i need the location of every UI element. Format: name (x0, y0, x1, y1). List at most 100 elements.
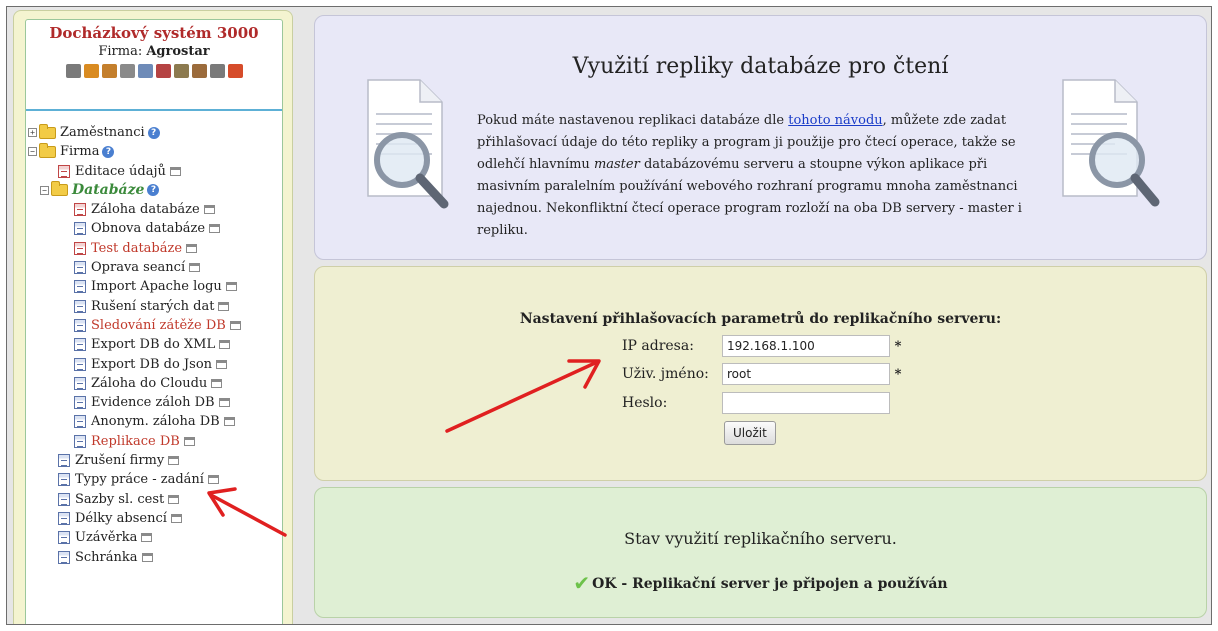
tree-item-firm-sub[interactable]: Typy práce - zadání (26, 470, 282, 489)
master-word: master (593, 157, 640, 172)
tree-item-db[interactable]: Oprava seancí (26, 258, 282, 277)
new-window-icon[interactable] (170, 513, 182, 523)
tree-label: Firma (60, 144, 100, 160)
help-icon[interactable]: ? (102, 145, 115, 158)
document-icon (74, 318, 86, 332)
new-window-icon[interactable] (229, 320, 241, 330)
print-icon[interactable] (209, 64, 225, 78)
password-label: Heslo: (622, 395, 668, 411)
expand-icon[interactable]: + (28, 128, 37, 137)
search-icon[interactable] (65, 64, 81, 78)
tree-item-employees[interactable]: + Zaměstnanci? (26, 123, 282, 142)
report-icon[interactable] (137, 64, 153, 78)
new-window-icon[interactable] (218, 398, 230, 408)
document-icon (74, 261, 86, 275)
home-icon[interactable] (191, 64, 207, 78)
document-icon (58, 531, 70, 545)
new-window-icon[interactable] (211, 378, 223, 388)
tree-label: Databáze (72, 181, 145, 198)
tree-label: Import Apache logu (91, 279, 222, 295)
save-button[interactable]: Uložit (724, 421, 776, 445)
new-window-icon[interactable] (168, 456, 180, 466)
tree-item-db[interactable]: Anonym. záloha DB (26, 412, 282, 431)
tree-item-db[interactable]: Replikace DB (26, 432, 282, 451)
tree-label: Záloha do Cloudu (91, 375, 208, 391)
collapse-icon[interactable]: − (28, 147, 37, 157)
new-window-icon[interactable] (218, 301, 230, 311)
tree-item-firm[interactable]: − Firma? (26, 142, 282, 161)
new-window-icon[interactable] (141, 552, 153, 562)
help-icon[interactable]: ? (147, 126, 160, 139)
username-input[interactable] (722, 363, 890, 385)
firm-label: Firma: (98, 44, 143, 59)
firm-line: Firma: Agrostar (26, 44, 282, 59)
tree-item-firm-sub[interactable]: Sazby sl. cest (26, 490, 282, 509)
tree-label: Zaměstnanci (60, 125, 145, 140)
tree-label: Export DB do Json (91, 356, 213, 372)
new-window-icon[interactable] (183, 436, 195, 446)
tree-item-edit-data[interactable]: Editace údajů (26, 162, 282, 181)
tree-item-firm-sub[interactable]: Schránka (26, 548, 282, 567)
tree-item-db[interactable]: Sledování zátěže DB (26, 316, 282, 335)
tree-item-db[interactable]: Obnova databáze (26, 219, 282, 238)
book-icon[interactable] (155, 64, 171, 78)
username-row: Uživ. jméno: * (615, 363, 904, 385)
status-line: ✔ OK - Replikační server je připojen a po… (315, 571, 1206, 595)
settings-panel: Nastavení přihlašovacích parametrů do re… (314, 266, 1207, 481)
document-icon (74, 376, 86, 390)
key-icon[interactable] (119, 64, 135, 78)
new-window-icon[interactable] (168, 494, 180, 504)
document-icon (58, 454, 70, 468)
tree-item-db[interactable]: Export DB do XML (26, 335, 282, 354)
tree-label: Test databáze (91, 240, 183, 256)
document-icon (58, 511, 70, 525)
tree-item-firm-sub[interactable]: Délky absencí (26, 509, 282, 528)
ip-label: IP adresa: (622, 338, 694, 354)
new-window-icon[interactable] (203, 205, 215, 215)
new-window-icon[interactable] (225, 282, 237, 292)
collapse-icon[interactable]: − (40, 185, 49, 195)
tree-label: Export DB do XML (91, 337, 216, 353)
tree-item-databases[interactable]: − Databáze? (26, 181, 282, 200)
intro-text: Pokud máte nastavenou replikaci databáze… (477, 113, 789, 128)
tree-item-db[interactable]: Test databáze (26, 239, 282, 258)
form-title: Nastavení přihlašovacích parametrů do re… (519, 311, 1002, 327)
new-window-icon[interactable] (141, 533, 153, 543)
password-input[interactable] (722, 392, 890, 414)
new-window-icon[interactable] (223, 417, 235, 427)
folder-icon (39, 142, 56, 158)
tree-item-db[interactable]: Záloha do Cloudu (26, 374, 282, 393)
users-icon[interactable] (101, 64, 117, 78)
tree-label: Rušení starých dat (91, 298, 215, 314)
new-window-icon[interactable] (186, 243, 198, 253)
required-mark: * (894, 366, 902, 382)
new-window-icon[interactable] (207, 475, 219, 485)
tree-item-firm-sub[interactable]: Zrušení firmy (26, 451, 282, 470)
help-icon[interactable]: ? (147, 184, 160, 197)
tree-item-firm-sub[interactable]: Uzávěrka (26, 528, 282, 547)
document-icon (74, 338, 86, 352)
guide-link[interactable]: tohoto návodu (788, 113, 882, 128)
ip-address-input[interactable] (722, 335, 890, 357)
document-icon (58, 473, 70, 487)
new-window-icon[interactable] (219, 340, 231, 350)
status-panel: Stav využití replikačního serveru. ✔ OK -… (314, 487, 1207, 618)
username-label: Uživ. jméno: (622, 366, 709, 382)
power-icon[interactable] (227, 64, 243, 78)
tree-item-db[interactable]: Evidence záloh DB (26, 393, 282, 412)
tree-item-db[interactable]: Záloha databáze (26, 200, 282, 219)
tree-label: Editace údajů (75, 163, 166, 179)
new-window-icon[interactable] (209, 224, 221, 234)
new-window-icon[interactable] (189, 263, 201, 273)
document-icon (74, 415, 86, 429)
tree-item-db[interactable]: Import Apache logu (26, 277, 282, 296)
pencil-icon[interactable] (83, 64, 99, 78)
tree-item-db[interactable]: Export DB do Json (26, 355, 282, 374)
document-icon (74, 396, 86, 410)
page-title: Využití repliky databáze pro čtení (572, 54, 949, 79)
tree-label: Anonym. záloha DB (91, 414, 220, 430)
tree-item-db[interactable]: Rušení starých dat (26, 297, 282, 316)
new-window-icon[interactable] (169, 166, 181, 176)
new-window-icon[interactable] (216, 359, 228, 369)
building-icon[interactable] (173, 64, 189, 78)
